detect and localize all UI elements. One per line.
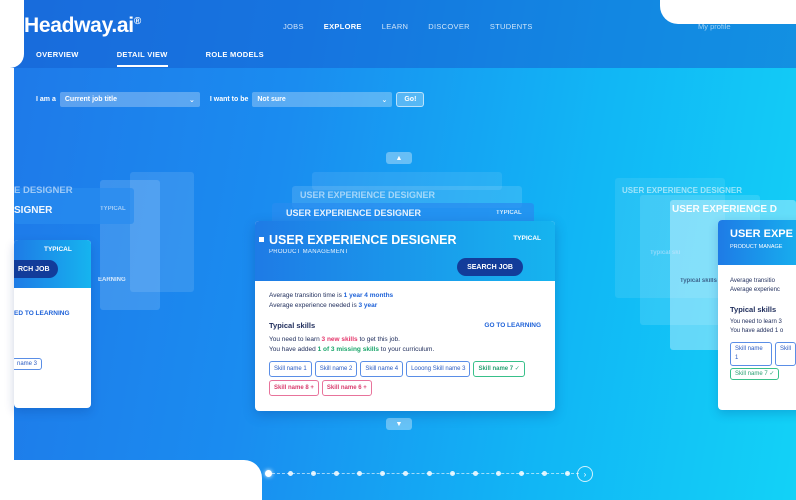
skill-chip[interactable]: Skill name 1 <box>730 342 772 366</box>
job-card-left[interactable]: TYPICAL RCH JOB ED TO LEARNING name 3 <box>14 240 91 408</box>
typical-badge: TYPICAL <box>44 246 72 253</box>
added-text: You have added 1 o <box>730 328 784 334</box>
skills-heading: Typical skills <box>730 305 777 314</box>
filter-bar: I am a Current job title ⌄ I want to be … <box>36 92 425 107</box>
target-job-select[interactable]: Not sure ⌄ <box>252 92 393 107</box>
pager-dot[interactable] <box>518 471 524 476</box>
ghost-title: USER EXPERIENCE DESIGNER <box>300 190 436 200</box>
skills-heading: Typical skills <box>269 321 316 330</box>
frame-strip <box>0 68 14 468</box>
pager-dot[interactable] <box>265 470 272 477</box>
pager-dot[interactable] <box>311 471 317 476</box>
chevron-down-icon: ▼ <box>395 420 403 428</box>
skill-chip[interactable]: Skill <box>774 342 796 366</box>
go-button[interactable]: Go! <box>396 92 425 107</box>
transition-time: Average transitio <box>730 278 775 284</box>
nav-learn[interactable]: LEARN <box>382 22 409 31</box>
job-card-right[interactable]: USER EXPE PRODUCT MANAGE Average transit… <box>718 220 796 410</box>
skill-chip-added[interactable]: Skill name 7 ✓ <box>473 361 525 377</box>
tab-detail-view[interactable]: DETAIL VIEW <box>116 50 168 67</box>
ghost-text: EARNING <box>98 277 126 283</box>
search-job-button[interactable]: SEARCH JOB <box>457 258 523 276</box>
ghost-title: E DESIGNER <box>14 185 73 196</box>
pager-dot[interactable] <box>495 471 501 476</box>
skill-chip-missing[interactable]: Skill name 6 + <box>321 380 372 396</box>
ghost-badge: TYPICAL <box>496 210 522 216</box>
ghost-text: Typical skills <box>680 278 717 284</box>
go-to-learning-link[interactable]: ED TO LEARNING <box>14 310 70 317</box>
job-title: USER EXPERIENCE DESIGNER <box>259 233 457 247</box>
ghost-badge: TYPICAL <box>100 206 126 212</box>
pager-dot[interactable] <box>426 471 432 476</box>
skill-chip[interactable]: Skill name 2 <box>314 361 358 377</box>
pager-dot[interactable] <box>403 471 409 476</box>
scroll-down-button[interactable]: ▼ <box>386 418 412 430</box>
ghost-title: USER EXPERIENCE D <box>672 204 778 215</box>
skill-chip-added[interactable]: Skill name 7 ✓ <box>730 368 780 380</box>
go-to-learning-link[interactable]: GO TO LEARNING <box>484 321 541 331</box>
search-job-button[interactable]: RCH JOB <box>14 260 58 278</box>
next-page-button[interactable]: › <box>577 466 593 482</box>
pager: › <box>263 466 593 482</box>
job-card-left-header: TYPICAL RCH JOB <box>14 240 91 288</box>
added-text: You have added 1 of 3 missing skills to … <box>269 346 435 353</box>
pager-dot[interactable] <box>357 471 363 476</box>
tab-overview[interactable]: OVERVIEW <box>36 50 79 67</box>
job-card[interactable]: USER EXPERIENCE DESIGNER PRODUCT MANAGEM… <box>255 221 555 411</box>
pager-dot[interactable] <box>449 471 455 476</box>
tab-role-models[interactable]: ROLE MODELS <box>206 50 264 67</box>
pager-dot[interactable] <box>334 471 340 476</box>
nav-students[interactable]: STUDENTS <box>490 22 533 31</box>
job-category: PRODUCT MANAGEMENT <box>269 249 349 255</box>
chevron-right-icon: › <box>583 469 587 479</box>
typical-badge: TYPICAL <box>513 235 541 242</box>
experience-needed: Average experience needed is 3 year <box>269 302 378 309</box>
transition-time: Average transition time is 1 year 4 mont… <box>269 292 394 299</box>
i-am-label: I am a <box>36 96 56 103</box>
want-label: I want to be <box>209 96 249 103</box>
pager-dot[interactable] <box>565 471 570 476</box>
ghost-text: Typical ski <box>650 250 681 256</box>
logo[interactable]: Headway.ai® <box>24 14 141 38</box>
nav-jobs[interactable]: JOBS <box>283 22 304 31</box>
learn-text: You need to learn 3 <box>730 319 782 325</box>
main-nav: JOBS EXPLORE LEARN DISCOVER STUDENTS <box>283 22 533 31</box>
pager-dot[interactable] <box>541 471 547 476</box>
ghost-title: SIGNER <box>14 205 53 216</box>
frame-corner <box>0 0 24 68</box>
current-job-select[interactable]: Current job title ⌄ <box>59 92 200 107</box>
pager-dot[interactable] <box>288 471 294 476</box>
sub-nav: OVERVIEW DETAIL VIEW ROLE MODELS <box>36 50 264 67</box>
job-card-body: Average transition time is 1 year 4 mont… <box>255 281 555 406</box>
nav-discover[interactable]: DISCOVER <box>428 22 470 31</box>
frame-corner <box>660 0 796 24</box>
learn-text: You need to learn 3 new skills to get th… <box>269 336 400 343</box>
scroll-up-button[interactable]: ▲ <box>386 152 412 164</box>
job-category: PRODUCT MANAGE <box>730 244 783 250</box>
skill-chips: Skill name 1 Skill name 2 Skill name 4 L… <box>269 361 541 396</box>
job-title: USER EXPE <box>730 228 793 240</box>
skill-chip[interactable]: name 3 <box>14 358 43 370</box>
job-card-header: USER EXPERIENCE DESIGNER PRODUCT MANAGEM… <box>255 221 555 281</box>
profile-link[interactable]: My profile <box>698 22 731 31</box>
pager-dot[interactable] <box>380 471 386 476</box>
pager-dot[interactable] <box>472 471 478 476</box>
ghost-title: USER EXPERIENCE DESIGNER <box>622 186 743 195</box>
chevron-down-icon: ⌄ <box>381 96 388 104</box>
frame-corner <box>0 460 262 500</box>
chevron-down-icon: ⌄ <box>188 96 195 104</box>
skill-chip[interactable]: Skill name 4 <box>360 361 404 377</box>
skill-chip[interactable]: Skill name 1 <box>269 361 312 377</box>
job-card-right-header: USER EXPE PRODUCT MANAGE <box>718 220 796 265</box>
skill-chip[interactable]: Looong Skill name 3 <box>406 361 471 377</box>
experience-needed: Average experienc <box>730 287 780 293</box>
skill-chip-missing[interactable]: Skill name 8 + <box>269 380 319 396</box>
ghost-title: USER EXPERIENCE DESIGNER <box>286 208 422 218</box>
nav-explore[interactable]: EXPLORE <box>324 22 362 31</box>
chevron-up-icon: ▲ <box>395 154 403 162</box>
